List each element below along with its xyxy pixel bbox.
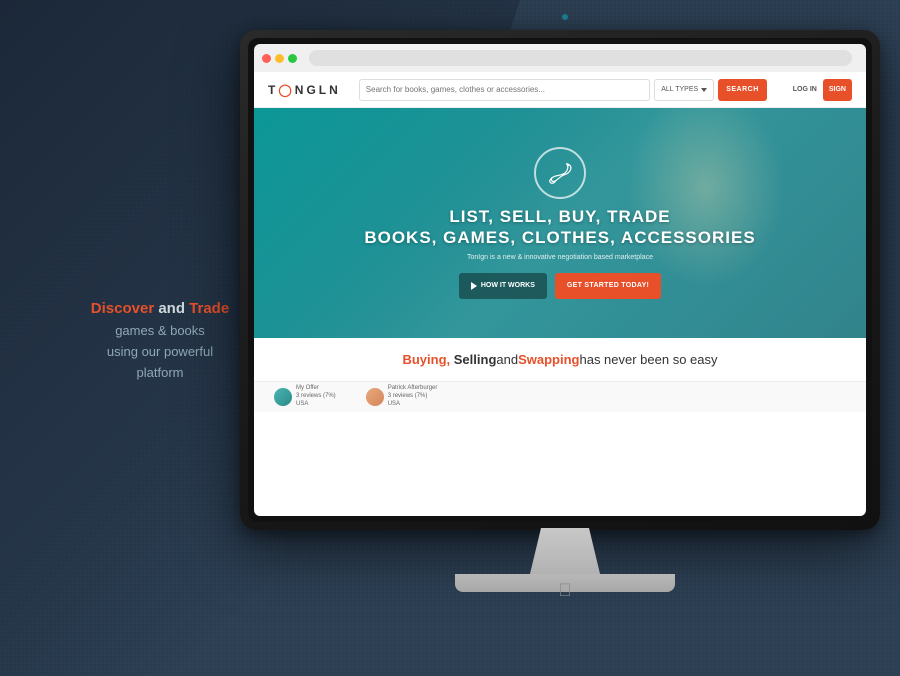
hero-title-line1: LIST, SELL, BUY, TRADE <box>364 207 755 227</box>
user-name: My Offer <box>296 385 336 393</box>
hero-section: LIST, SELL, BUY, TRADE BOOKS, GAMES, CLO… <box>254 108 866 338</box>
buying-text: Buying, <box>402 352 450 367</box>
chevron-down-icon <box>701 88 707 92</box>
traffic-light-green[interactable] <box>288 54 297 63</box>
browser-chrome <box>254 44 866 72</box>
left-subtext: games & books using our powerful platfor… <box>60 321 260 383</box>
selling-text: Selling <box>454 352 497 367</box>
hero-buttons: HOW IT WORKS GET STARTED TODAY! <box>459 273 661 299</box>
nav-right: LOG IN SIGN <box>793 79 852 101</box>
traffic-light-red[interactable] <box>262 54 271 63</box>
get-started-button[interactable]: GET STARTED TODAY! <box>555 273 661 299</box>
end-text: has never been so easy <box>579 352 717 367</box>
navbar: T◯NGLN ALL TYPES SEARCH LOG IN <box>254 72 866 108</box>
left-line1: games & books <box>60 321 260 342</box>
brand-logo-circle <box>534 147 586 199</box>
user-info: Patrick Afterburger 3 reviews (7%) USA <box>388 385 438 408</box>
trade-text: Trade <box>189 300 229 317</box>
swapping-text: Swapping <box>518 352 579 367</box>
search-area: ALL TYPES SEARCH <box>359 79 767 101</box>
hero-content: LIST, SELL, BUY, TRADE BOOKS, GAMES, CLO… <box>254 108 866 338</box>
traffic-light-yellow[interactable] <box>275 54 284 63</box>
dropdown-label: ALL TYPES <box>661 86 698 93</box>
left-panel: Discover and Trade games & books using o… <box>60 300 260 383</box>
hero-subtitle: TonIgn is a new & innovative negotiation… <box>467 254 653 261</box>
user-card: My Offer 3 reviews (7%) USA <box>274 385 336 408</box>
user-name: Patrick Afterburger <box>388 385 438 393</box>
user-reviews: 3 reviews (7%) <box>388 393 438 401</box>
signup-button[interactable]: SIGN <box>823 79 852 101</box>
traffic-lights <box>262 54 297 63</box>
bird-icon <box>544 157 576 189</box>
discover-text: Discover <box>91 300 154 317</box>
login-button[interactable]: LOG IN <box>793 86 817 93</box>
address-bar[interactable] <box>309 50 852 66</box>
avatar <box>366 388 384 406</box>
type-dropdown[interactable]: ALL TYPES <box>654 79 714 101</box>
user-location: USA <box>296 401 336 409</box>
play-icon <box>471 282 477 290</box>
user-card: Patrick Afterburger 3 reviews (7%) USA <box>366 385 438 408</box>
left-line3: platform <box>60 363 260 384</box>
user-strip: My Offer 3 reviews (7%) USA Patrick Afte… <box>254 382 866 412</box>
search-input[interactable] <box>359 79 650 101</box>
logo-o: ◯ <box>278 83 294 97</box>
camera-dot <box>562 14 568 20</box>
hero-title: LIST, SELL, BUY, TRADE BOOKS, GAMES, CLO… <box>364 207 755 248</box>
screen: T◯NGLN ALL TYPES SEARCH LOG IN <box>254 44 866 516</box>
imac-bezel: T◯NGLN ALL TYPES SEARCH LOG IN <box>240 30 880 530</box>
search-button[interactable]: SEARCH <box>718 79 767 101</box>
and-connector: and <box>496 352 518 367</box>
site-logo: T◯NGLN <box>268 83 341 97</box>
left-headline: Discover and Trade <box>60 300 260 317</box>
user-location: USA <box>388 401 438 409</box>
imac-neck <box>505 528 625 578</box>
website-content: T◯NGLN ALL TYPES SEARCH LOG IN <box>254 72 866 516</box>
how-it-works-button[interactable]: HOW IT WORKS <box>459 273 547 299</box>
and-text: and <box>158 300 189 317</box>
apple-logo:  <box>558 580 572 601</box>
hero-title-line2: BOOKS, GAMES, CLOTHES, ACCESSORIES <box>364 228 755 248</box>
how-it-works-label: HOW IT WORKS <box>481 282 535 289</box>
selling-section: Buying, Selling and Swapping has never b… <box>254 338 866 382</box>
user-info: My Offer 3 reviews (7%) USA <box>296 385 336 408</box>
imac-device: T◯NGLN ALL TYPES SEARCH LOG IN <box>240 30 890 660</box>
imac-inner-bezel: T◯NGLN ALL TYPES SEARCH LOG IN <box>248 38 872 522</box>
avatar <box>274 388 292 406</box>
user-reviews: 3 reviews (7%) <box>296 393 336 401</box>
left-line2: using our powerful <box>60 342 260 363</box>
